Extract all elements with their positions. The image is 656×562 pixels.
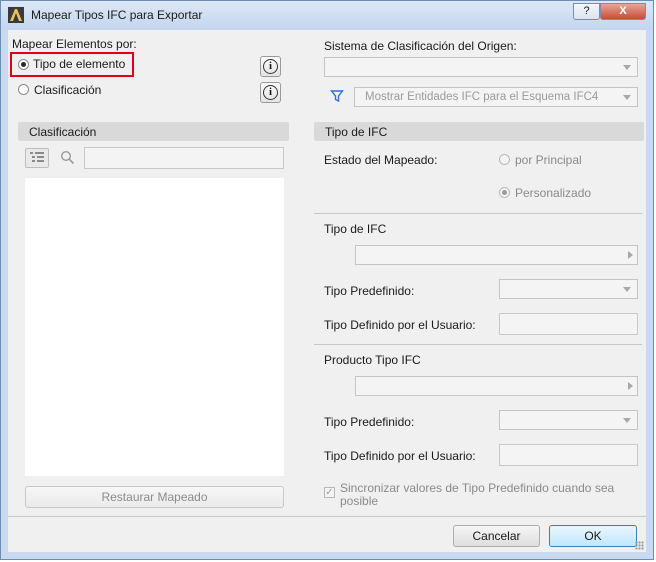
cancel-button[interactable]: Cancelar xyxy=(453,525,540,547)
footer-divider xyxy=(8,516,646,517)
info-button-classification[interactable]: i xyxy=(260,82,281,103)
predefined-type-dropdown-1[interactable] xyxy=(499,279,638,299)
classification-panel-title: Clasificación xyxy=(29,125,97,139)
divider xyxy=(314,213,642,214)
radio-element-type-label[interactable]: Tipo de elemento xyxy=(33,57,125,71)
radio-custom-label[interactable]: Personalizado xyxy=(515,186,591,200)
source-system-heading: Sistema de Clasificación del Origen: xyxy=(324,39,517,53)
archicad-app-icon xyxy=(8,7,24,23)
ifc-product-type-selector[interactable] xyxy=(355,376,638,396)
predefined-type-label-1: Tipo Predefinido: xyxy=(324,284,415,298)
user-defined-type-field-1[interactable] xyxy=(499,313,638,335)
list-tree-icon xyxy=(30,152,44,162)
predefined-type-dropdown-2[interactable] xyxy=(499,410,638,430)
radio-classification[interactable] xyxy=(18,84,29,95)
ifc-type-panel-header: Tipo de IFC xyxy=(314,122,644,141)
chevron-down-icon xyxy=(623,65,631,70)
classification-panel-header: Clasificación xyxy=(18,122,289,141)
chevron-down-icon xyxy=(623,418,631,423)
user-defined-type-label-2: Tipo Definido por el Usuario: xyxy=(324,449,476,463)
chevron-right-icon xyxy=(628,251,633,259)
user-defined-type-label-1: Tipo Definido por el Usuario: xyxy=(324,318,476,332)
ifc-type-panel-title: Tipo de IFC xyxy=(325,125,388,139)
search-icon xyxy=(60,150,75,165)
chevron-down-icon xyxy=(623,287,631,292)
ifc-type-selector[interactable] xyxy=(355,245,638,265)
info-icon: i xyxy=(263,85,278,100)
ifc-product-type-heading: Producto Tipo IFC xyxy=(324,353,421,367)
window-title: Mapear Tipos IFC para Exportar xyxy=(31,8,203,22)
help-button[interactable]: ? xyxy=(573,3,600,20)
chevron-right-icon xyxy=(628,382,633,390)
dialog-body: Mapear Elementos por: Tipo de elemento C… xyxy=(8,30,646,552)
source-system-dropdown[interactable] xyxy=(324,57,638,77)
info-icon: i xyxy=(263,59,278,74)
close-button[interactable]: X xyxy=(600,3,646,20)
restore-mapping-button[interactable]: Restaurar Mapeado xyxy=(25,486,284,508)
dialog-window: Mapear Tipos IFC para Exportar ? X Mapea… xyxy=(0,0,654,560)
resize-grip-icon[interactable] xyxy=(635,541,644,550)
map-by-heading: Mapear Elementos por: xyxy=(12,37,137,51)
divider xyxy=(314,344,642,345)
filter-icon[interactable] xyxy=(330,89,344,103)
mapping-state-label: Estado del Mapeado: xyxy=(324,153,438,167)
user-defined-type-field-2[interactable] xyxy=(499,444,638,466)
radio-classification-label[interactable]: Clasificación xyxy=(34,83,101,97)
sync-predefined-checkbox[interactable]: ✓ xyxy=(324,487,335,498)
radio-by-main[interactable] xyxy=(499,154,510,165)
ifc-type-heading: Tipo de IFC xyxy=(324,222,387,236)
sync-predefined-label-line2[interactable]: posible xyxy=(340,494,378,508)
search-input[interactable] xyxy=(84,147,284,169)
ifc-schema-filter-dropdown[interactable]: Mostrar Entidades IFC para el Esquema IF… xyxy=(354,87,638,107)
radio-by-main-label[interactable]: por Principal xyxy=(515,153,582,167)
radio-element-type[interactable] xyxy=(18,59,29,70)
chevron-down-icon xyxy=(623,95,631,100)
info-button-element-type[interactable]: i xyxy=(260,56,281,77)
classification-tree-list[interactable] xyxy=(25,178,284,476)
ifc-schema-filter-value: Mostrar Entidades IFC para el Esquema IF… xyxy=(365,91,599,103)
ok-button[interactable]: OK xyxy=(549,525,637,547)
predefined-type-label-2: Tipo Predefinido: xyxy=(324,415,415,429)
tree-view-button[interactable] xyxy=(25,148,49,168)
title-bar[interactable]: Mapear Tipos IFC para Exportar ? X xyxy=(1,1,653,30)
sync-predefined-label-line1[interactable]: Sincronizar valores de Tipo Predefinido … xyxy=(340,481,614,495)
radio-custom[interactable] xyxy=(499,187,510,198)
